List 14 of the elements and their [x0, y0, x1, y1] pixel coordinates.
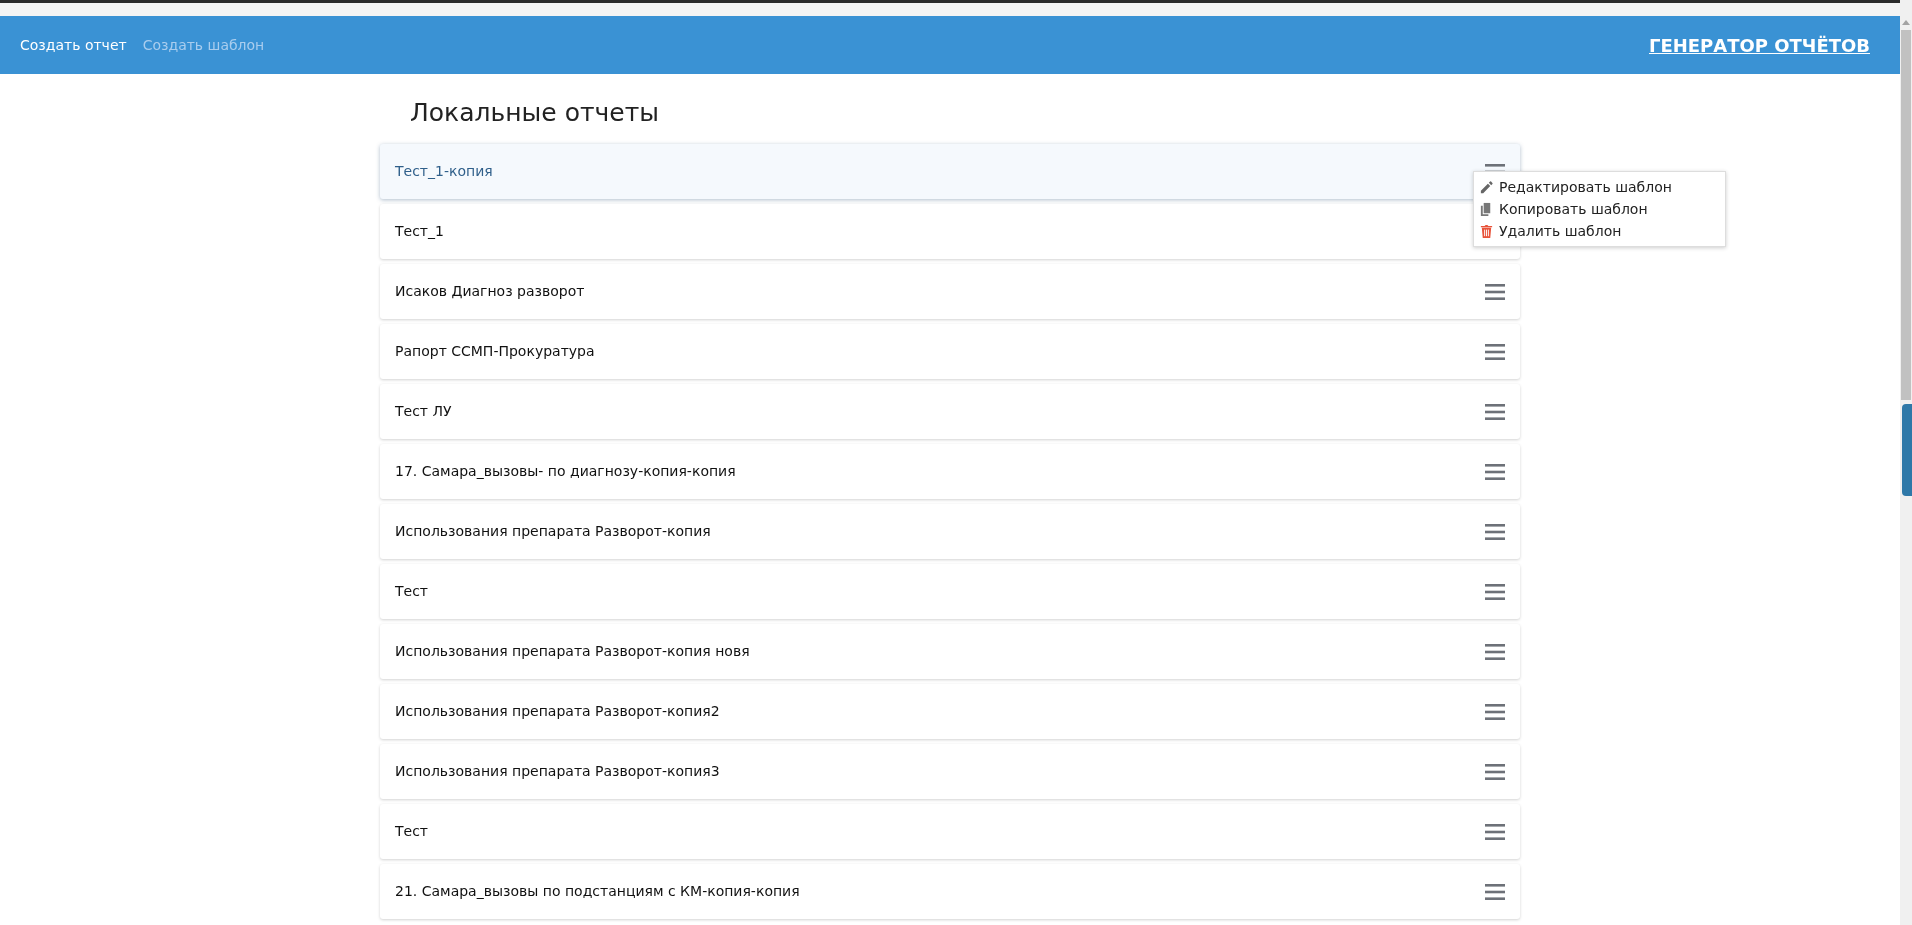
report-name: Тест_1: [395, 222, 444, 241]
report-name: Рапорт ССМП-Прокуратура: [395, 342, 595, 361]
report-name: Использования препарата Разворот-копия2: [395, 702, 720, 721]
report-name: Использования препарата Разворот-копия: [395, 522, 711, 541]
report-name: Использования препарата Разворот-копия3: [395, 762, 720, 781]
report-name: Тест ЛУ: [395, 402, 452, 421]
report-name: Использования препарата Разворот-копия новя: [395, 642, 750, 661]
page-title: Локальные отчеты: [410, 98, 660, 128]
report-name: Исаков Диагноз разворот: [395, 282, 585, 301]
report-name: Тест_1-копия: [395, 162, 493, 181]
report-name: 21. Самара_вызовы по подстанциям с КМ-копия-копия: [395, 882, 800, 901]
report-name: Тест: [395, 822, 429, 841]
report-name: Тест: [395, 582, 429, 601]
report-name: 17. Самара_вызовы- по диагнозу-копия-копия: [395, 462, 736, 481]
